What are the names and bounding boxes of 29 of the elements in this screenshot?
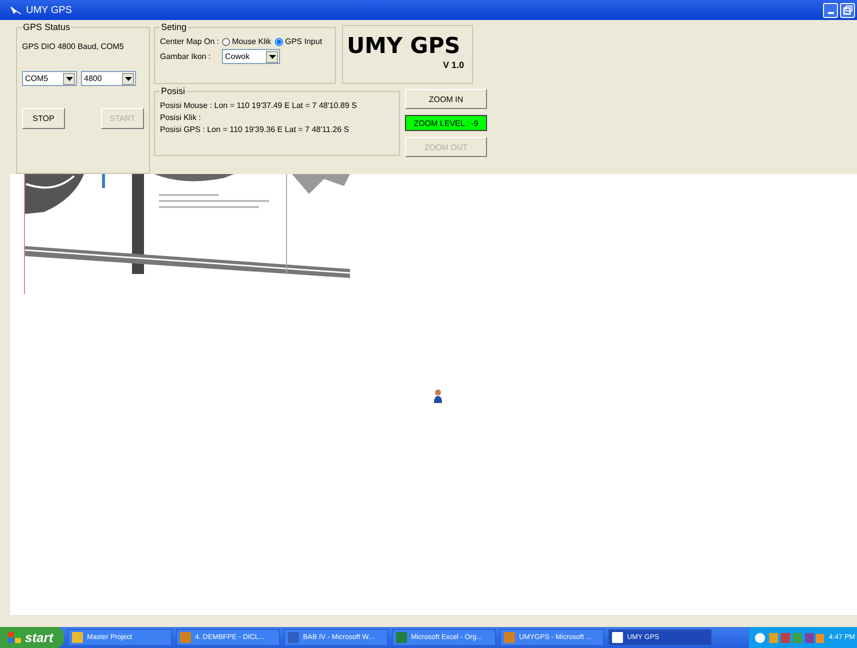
group-title: Posisi: [160, 86, 186, 96]
zoom-in-button[interactable]: ZOOM IN: [405, 89, 487, 109]
version-label: V 1.0: [442, 60, 464, 70]
window-title: UMY GPS: [26, 4, 72, 16]
center-map-label: Center Map On :: [160, 37, 218, 46]
group-title: GPS Status: [22, 22, 72, 32]
gps-info-label: GPS DIO 4800 Baud, COM5: [22, 42, 125, 51]
logo-title: UMY GPS: [346, 34, 460, 60]
icon-dropdown[interactable]: Cowok: [222, 49, 280, 64]
icon-label: Gambar Ikon :: [160, 52, 212, 61]
person-icon: [433, 389, 443, 403]
radio-label[interactable]: Mouse Klik: [232, 37, 272, 46]
minimize-icon: [828, 12, 834, 14]
radio-button[interactable]: [222, 38, 230, 46]
position-text: Posisi Klik :: [160, 113, 202, 122]
group-title: Seting: [160, 22, 188, 32]
position-text: Posisi GPS : Lon = 110 19'39.36 E Lat = 7 48'11.26 S: [160, 125, 350, 134]
baud-dropdown[interactable]: 4800: [81, 71, 136, 86]
stop-button[interactable]: STOP: [22, 108, 65, 129]
tray-icons-drawing: [754, 632, 825, 644]
restore-icon: [842, 5, 852, 15]
minimize-button[interactable]: [823, 2, 838, 18]
radio-label[interactable]: GPS Input: [285, 37, 322, 46]
restore-button[interactable]: [840, 2, 855, 18]
zoom-level-label: ZOOM LEVEL : -9: [405, 115, 487, 131]
windows-logo-icon: [8, 632, 21, 644]
position-text: Posisi Mouse : Lon = 110 19'37.49 E Lat = 7 48'10.89 S: [160, 101, 358, 110]
port-dropdown[interactable]: COM5: [22, 71, 77, 86]
radio-button[interactable]: [275, 38, 284, 46]
